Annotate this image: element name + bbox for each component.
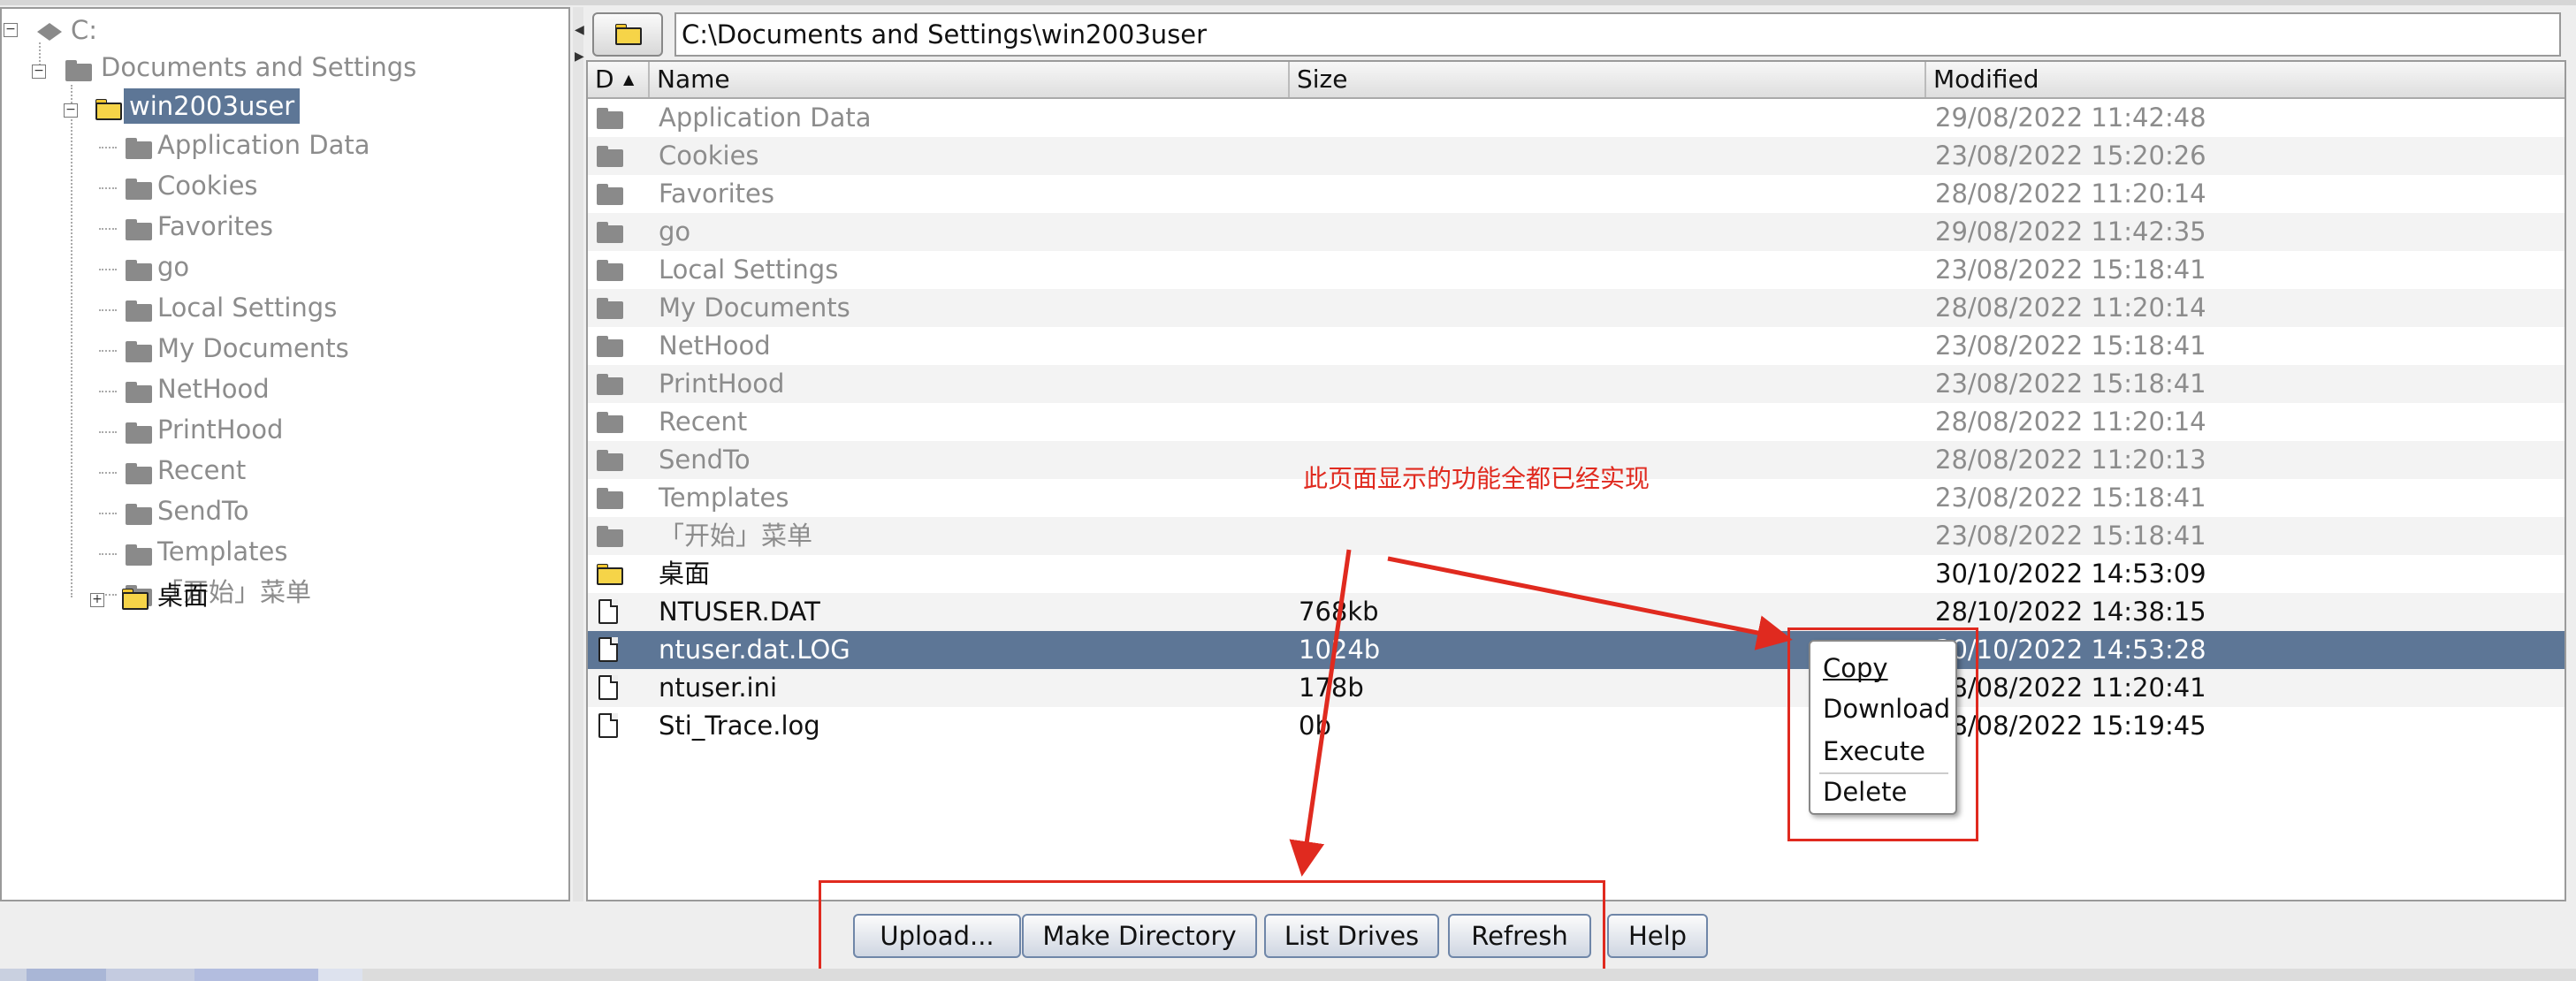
list-drives-button[interactable]: List Drives bbox=[1264, 914, 1439, 958]
blurred-region bbox=[318, 969, 362, 981]
blurred-region bbox=[194, 969, 318, 981]
make-directory-button[interactable]: Make Directory bbox=[1022, 914, 1257, 958]
help-button[interactable]: Help bbox=[1607, 914, 1708, 958]
refresh-button[interactable]: Refresh bbox=[1448, 914, 1591, 958]
bottom-strip bbox=[0, 969, 2576, 981]
upload-button[interactable]: Upload... bbox=[853, 914, 1021, 958]
context-menu-highlight bbox=[1787, 627, 1978, 841]
blurred-region bbox=[27, 969, 106, 981]
annotation-arrows bbox=[1289, 549, 1793, 877]
blurred-region bbox=[106, 969, 194, 981]
blurred-region bbox=[0, 969, 27, 981]
